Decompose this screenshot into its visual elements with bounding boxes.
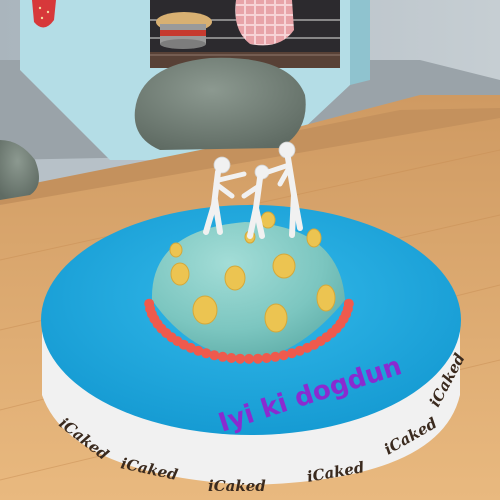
cooking-pot[interactable] [156,12,212,49]
bead [343,298,354,309]
bead [209,350,220,361]
brand-label: iCaked [208,477,266,495]
cake-scene[interactable]: iCaked iCaked iCaked iCaked iCaked iCake… [0,0,500,500]
bead [244,353,254,364]
bead [270,351,281,362]
bead [261,353,272,363]
bead [217,351,228,362]
bead [252,353,263,364]
bead [235,353,246,364]
game-viewport[interactable]: iCaked iCaked iCaked iCaked iCaked iCake… [0,0,500,500]
bead [226,353,237,363]
